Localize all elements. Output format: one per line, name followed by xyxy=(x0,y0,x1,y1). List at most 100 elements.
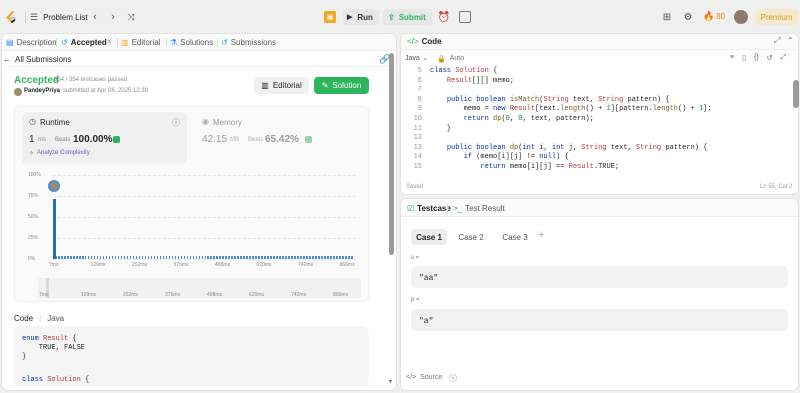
chart-bar[interactable] xyxy=(291,256,293,259)
chart-bar[interactable] xyxy=(102,256,105,259)
chart-bar[interactable] xyxy=(159,256,162,259)
timer-icon[interactable]: ⏰ xyxy=(438,11,450,23)
chart-bar[interactable] xyxy=(186,256,189,259)
chart-bar[interactable] xyxy=(264,256,266,259)
chart-bar[interactable] xyxy=(210,256,213,259)
reset-icon[interactable]: ↺ xyxy=(767,54,773,62)
chart-bar[interactable] xyxy=(240,256,242,259)
scroll-down-icon[interactable]: ▼ xyxy=(388,379,393,385)
chart-bar[interactable] xyxy=(192,256,195,259)
chart-bar[interactable] xyxy=(108,256,111,259)
case-tab-3[interactable]: Case 3 xyxy=(496,229,534,245)
chart-bar[interactable] xyxy=(117,256,120,259)
prev-problem-icon[interactable]: ‹ xyxy=(89,10,101,24)
chart-bar[interactable] xyxy=(318,256,320,259)
chart-bar[interactable] xyxy=(267,256,269,259)
chart-bar[interactable] xyxy=(294,256,296,259)
chart-bar[interactable] xyxy=(345,256,347,259)
chart-bar[interactable] xyxy=(315,256,317,259)
debug-icon[interactable]: ▣ xyxy=(324,11,336,23)
chart-bar[interactable] xyxy=(282,256,284,259)
chart-bar[interactable] xyxy=(87,256,90,259)
chart-bar[interactable] xyxy=(246,256,248,259)
chart-bar[interactable] xyxy=(270,256,272,259)
chart-bar[interactable] xyxy=(114,256,117,259)
chart-bar[interactable] xyxy=(309,256,311,259)
chart-bar[interactable] xyxy=(63,256,66,259)
chart-bar[interactable] xyxy=(57,256,60,259)
chart-bar[interactable] xyxy=(219,256,222,259)
chart-bar[interactable] xyxy=(126,256,129,259)
chart-bar[interactable] xyxy=(138,256,141,259)
chart-bar[interactable] xyxy=(147,256,150,259)
chart-bar[interactable] xyxy=(336,256,338,259)
chart-bar[interactable] xyxy=(198,256,201,259)
fullscreen-icon[interactable]: ⤢ xyxy=(781,54,787,62)
chart-bar[interactable] xyxy=(171,256,174,259)
chart-bar[interactable] xyxy=(306,256,308,259)
chart-bar[interactable] xyxy=(189,256,192,259)
chart-bar[interactable] xyxy=(183,256,186,259)
chart-bar[interactable] xyxy=(60,256,63,259)
notes-icon[interactable] xyxy=(459,11,471,23)
case-tab-1[interactable]: Case 1 xyxy=(411,229,447,245)
settings-gear-icon[interactable]: ⚙ xyxy=(682,11,694,23)
chart-bar[interactable] xyxy=(75,256,78,259)
chart-bar[interactable] xyxy=(243,256,245,259)
problem-list-button[interactable]: ☰ Problem List xyxy=(30,12,88,23)
chart-bar[interactable] xyxy=(222,256,225,259)
chart-bar[interactable] xyxy=(276,256,278,259)
chart-bar[interactable] xyxy=(324,256,326,259)
tab-close-icon[interactable]: × xyxy=(107,37,112,46)
chart-bar[interactable] xyxy=(129,256,132,259)
chart-bar[interactable] xyxy=(228,256,230,259)
chart-bar[interactable] xyxy=(120,256,123,259)
solution-button[interactable]: ✎ Solution xyxy=(314,77,369,94)
tab-code[interactable]: </> Code xyxy=(407,37,442,46)
chart-bar[interactable] xyxy=(72,256,75,259)
chart-bar[interactable] xyxy=(195,256,198,259)
auto-mode-toggle[interactable]: 🔒 Auto xyxy=(437,55,464,63)
chart-bar[interactable] xyxy=(333,256,335,259)
chart-bar[interactable] xyxy=(204,256,207,259)
memory-card[interactable]: ◉ Memory 42.15 MB Beats 65.42% xyxy=(195,112,360,164)
chart-bar[interactable] xyxy=(144,256,147,259)
chart-bar[interactable] xyxy=(135,256,138,259)
highlighted-runtime-bar[interactable] xyxy=(53,198,56,259)
chart-bar[interactable] xyxy=(162,256,165,259)
chart-bar[interactable] xyxy=(234,256,236,259)
editor-scrollbar-thumb[interactable] xyxy=(793,80,799,108)
chart-bar[interactable] xyxy=(348,256,350,259)
add-case-button[interactable]: + xyxy=(538,229,544,241)
chart-bar[interactable] xyxy=(105,256,108,259)
layout-icon[interactable]: ⊞ xyxy=(661,11,673,23)
leetcode-logo[interactable] xyxy=(4,10,18,24)
tab-submissions[interactable]: ↺ Submissions xyxy=(221,38,276,47)
chart-bar[interactable] xyxy=(252,256,254,259)
chart-bar[interactable] xyxy=(132,256,135,259)
chart-bar[interactable] xyxy=(201,256,204,259)
chart-bar[interactable] xyxy=(327,256,329,259)
tab-test-result[interactable]: >_ Test Result xyxy=(453,204,505,213)
chart-bar[interactable] xyxy=(165,256,168,259)
chart-bar[interactable] xyxy=(174,256,177,259)
chart-bar[interactable] xyxy=(342,256,344,259)
chart-bar[interactable] xyxy=(150,256,153,259)
chart-bar[interactable] xyxy=(351,256,353,259)
chart-bar[interactable] xyxy=(273,256,275,259)
chart-bar[interactable] xyxy=(297,256,299,259)
chart-bar[interactable] xyxy=(177,256,180,259)
param-input-p[interactable]: "a" xyxy=(411,309,788,331)
submit-button[interactable]: ⇪ Submit xyxy=(383,9,432,25)
chart-bar[interactable] xyxy=(90,256,93,259)
chart-bar[interactable] xyxy=(321,256,323,259)
tab-accepted[interactable]: ↺ Accepted xyxy=(61,38,107,47)
chart-bar[interactable] xyxy=(300,256,302,259)
premium-button[interactable]: Premium xyxy=(755,9,798,25)
chart-bar[interactable] xyxy=(303,256,305,259)
left-scrollbar-thumb[interactable] xyxy=(389,53,394,255)
case-tab-2[interactable]: Case 2 xyxy=(452,229,490,245)
chart-bar[interactable] xyxy=(207,256,210,259)
chart-bar[interactable] xyxy=(249,256,251,259)
chart-bar[interactable] xyxy=(261,256,263,259)
